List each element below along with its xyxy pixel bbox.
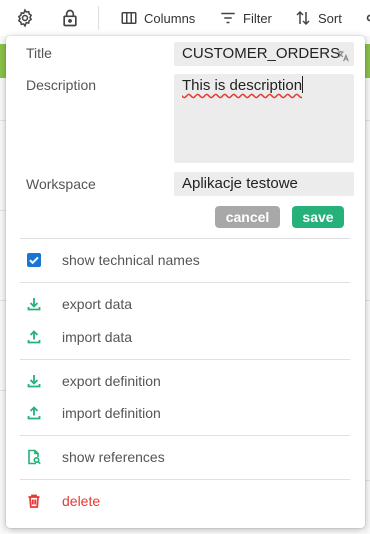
export-data-item[interactable]: export data	[20, 291, 350, 317]
section-divider	[20, 435, 350, 436]
translate-icon[interactable]	[336, 47, 350, 62]
gear-icon[interactable]	[15, 8, 35, 28]
export-definition-label: export definition	[62, 373, 161, 389]
show-technical-names-toggle[interactable]: show technical names	[20, 247, 350, 273]
title-label: Title	[26, 45, 52, 61]
section-divider	[20, 238, 350, 239]
section-divider	[20, 479, 350, 480]
grid-toolbar: Columns Filter Sort	[0, 0, 370, 36]
import-definition-label: import definition	[62, 405, 161, 421]
title-field[interactable]: CUSTOMER_ORDERS	[174, 42, 354, 66]
toolbar-divider	[98, 6, 99, 30]
upload-icon	[26, 329, 42, 345]
import-data-label: import data	[62, 329, 133, 345]
show-references-item[interactable]: show references	[20, 444, 350, 470]
more-icon[interactable]	[360, 8, 370, 28]
delete-label: delete	[62, 493, 101, 509]
description-value: This is description	[182, 77, 303, 94]
sort-button[interactable]: Sort	[294, 8, 342, 28]
workspace-value: Aplikacje testowe	[182, 175, 298, 192]
workspace-field[interactable]: Aplikacje testowe	[174, 172, 354, 196]
sort-icon	[296, 10, 310, 26]
lock-icon[interactable]	[60, 8, 80, 28]
cancel-button[interactable]: cancel	[215, 206, 280, 228]
import-data-item[interactable]: import data	[20, 324, 350, 350]
download-icon	[26, 373, 42, 389]
export-definition-item[interactable]: export definition	[20, 368, 350, 394]
columns-label: Columns	[144, 10, 196, 26]
import-definition-item[interactable]: import definition	[20, 400, 350, 426]
checkbox-checked[interactable]	[27, 253, 41, 267]
filter-label: Filter	[243, 10, 272, 26]
description-field[interactable]: This is description	[174, 74, 354, 163]
description-label: Description	[26, 77, 97, 93]
columns-icon	[121, 12, 137, 24]
delete-item[interactable]: delete	[20, 488, 350, 514]
download-icon	[26, 296, 42, 312]
save-button[interactable]: save	[292, 206, 344, 228]
columns-button[interactable]: Columns	[120, 8, 195, 28]
section-divider	[20, 359, 350, 360]
filter-icon	[221, 12, 235, 24]
upload-icon	[26, 405, 42, 421]
document-search-icon	[26, 449, 42, 465]
text-caret	[302, 76, 304, 93]
title-value: CUSTOMER_ORDERS	[182, 45, 341, 62]
show-references-label: show references	[62, 449, 165, 465]
filter-button[interactable]: Filter	[219, 8, 272, 28]
checkmark-icon	[29, 256, 39, 265]
sort-label: Sort	[318, 10, 342, 26]
workspace-label: Workspace	[26, 176, 96, 192]
trash-icon	[26, 493, 42, 509]
show-technical-names-label: show technical names	[62, 252, 200, 268]
export-data-label: export data	[62, 296, 133, 312]
table-settings-popup: Title CUSTOMER_ORDERS Description This i…	[6, 36, 365, 528]
section-divider	[20, 282, 350, 283]
